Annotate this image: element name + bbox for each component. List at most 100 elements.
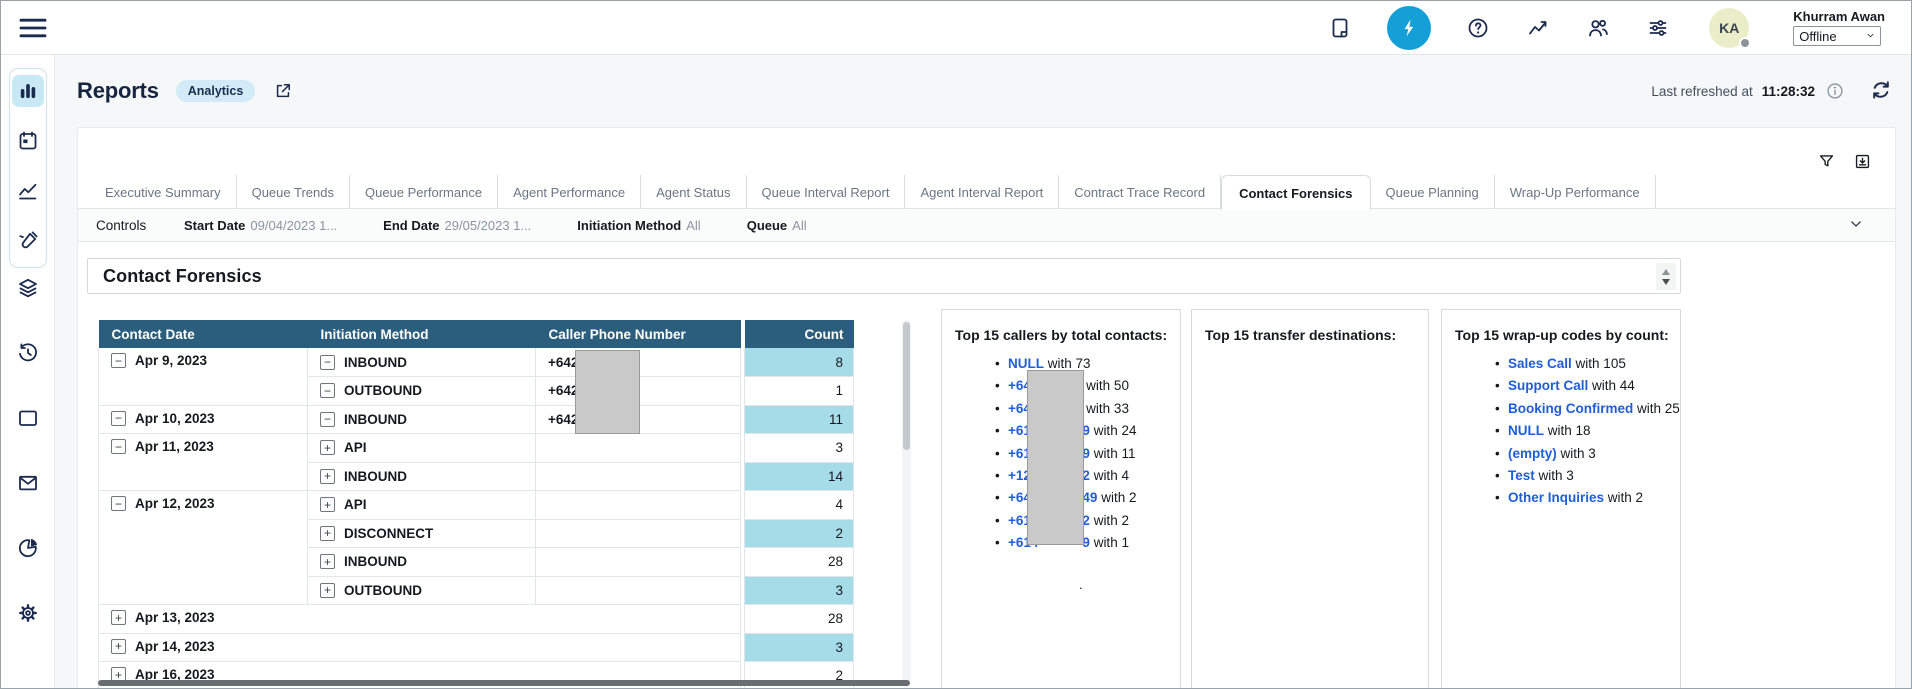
tab-queue-trends[interactable]: Queue Trends	[237, 175, 350, 209]
collapse-toggle-icon[interactable]: −	[111, 496, 126, 511]
sidebar-analytics-group	[9, 68, 47, 268]
expand-toggle-icon[interactable]: +	[111, 610, 126, 625]
expand-toggle-icon[interactable]: +	[111, 639, 126, 654]
last-refreshed-label: Last refreshed at	[1651, 84, 1752, 99]
collapse-toggle-icon[interactable]: −	[111, 411, 126, 426]
sidebar-item-history[interactable]	[12, 337, 44, 369]
sidebar	[1, 55, 55, 688]
sidebar-item-browser[interactable]	[12, 402, 44, 434]
tab-agent-interval-report[interactable]: Agent Interval Report	[905, 175, 1059, 209]
collapse-toggle-icon[interactable]: −	[320, 383, 335, 398]
expand-toggle-icon[interactable]: +	[320, 497, 335, 512]
item-link[interactable]: (empty)	[1508, 446, 1557, 461]
count-cell: 3	[745, 633, 854, 662]
expand-toggle-icon[interactable]: +	[320, 440, 335, 455]
status-dot	[1739, 37, 1751, 49]
line-chart-icon	[16, 179, 40, 203]
tab-agent-status[interactable]: Agent Status	[641, 175, 746, 209]
lightning-icon[interactable]	[1387, 6, 1431, 50]
tab-queue-planning[interactable]: Queue Planning	[1371, 175, 1495, 209]
item-link[interactable]: Other Inquiries	[1508, 490, 1604, 505]
collapse-toggle-icon[interactable]: −	[320, 355, 335, 370]
sidebar-item-mail[interactable]	[12, 467, 44, 499]
sidebar-item-layers[interactable]	[12, 272, 44, 304]
mail-icon	[16, 471, 40, 495]
sliders-icon[interactable]	[1645, 15, 1671, 41]
refresh-icon[interactable]	[1869, 78, 1895, 104]
controls-bar: Controls Start Date09/04/2023 1...End Da…	[78, 208, 1895, 242]
filter-icon[interactable]	[1815, 150, 1837, 172]
sidebar-item-gear[interactable]	[12, 597, 44, 629]
collapse-toggle-icon[interactable]: −	[320, 412, 335, 427]
download-icon[interactable]	[1851, 150, 1873, 172]
control-initiation-method[interactable]: Initiation MethodAll	[577, 218, 700, 233]
item-link[interactable]: Booking Confirmed	[1508, 401, 1633, 416]
item-count-text: with 18	[1544, 423, 1591, 438]
method-label: INBOUND	[344, 412, 407, 427]
top-wrapup-panel: Top 15 wrap-up codes by count: Sales Cal…	[1441, 309, 1681, 688]
help-icon[interactable]	[1465, 15, 1491, 41]
status-select[interactable]: Offline	[1793, 26, 1881, 46]
top-callers-title: Top 15 callers by total contacts:	[955, 327, 1170, 343]
control-end-date[interactable]: End Date29/05/2023 1...	[383, 218, 531, 233]
expand-toggle-icon[interactable]: +	[320, 526, 335, 541]
info-icon[interactable]	[1824, 80, 1846, 102]
expand-toggle-icon[interactable]: +	[320, 583, 335, 598]
date-label: Apr 12, 2023	[135, 496, 215, 511]
note-icon[interactable]	[1327, 15, 1353, 41]
control-queue[interactable]: QueueAll	[747, 218, 807, 233]
method-cell: −INBOUND	[308, 405, 536, 434]
collapse-toggle-icon[interactable]: −	[111, 353, 126, 368]
section-title: Contact Forensics	[103, 259, 1680, 293]
count-cell: 2	[745, 519, 854, 548]
table-row: +Apr 13, 202328	[99, 605, 854, 634]
collapse-toggle-icon[interactable]: −	[111, 439, 126, 454]
tab-queue-interval-report[interactable]: Queue Interval Report	[747, 175, 906, 209]
metrics-icon[interactable]	[1525, 15, 1551, 41]
sidebar-item-line-chart[interactable]	[12, 175, 44, 207]
sidebar-item-bar-chart[interactable]	[12, 75, 44, 107]
tab-executive-summary[interactable]: Executive Summary	[90, 175, 237, 209]
item-link[interactable]: Sales Call	[1508, 356, 1572, 371]
horizontal-scrollbar[interactable]	[98, 680, 910, 686]
expand-toggle-icon[interactable]: +	[320, 469, 335, 484]
top-transfers-panel: Top 15 transfer destinations:	[1191, 309, 1429, 688]
tab-contact-forensics[interactable]: Contact Forensics	[1221, 175, 1370, 210]
external-link-icon[interactable]	[272, 80, 294, 102]
sidebar-item-pie-chart[interactable]	[12, 532, 44, 564]
sidebar-item-brush[interactable]	[12, 225, 44, 257]
count-cell: 28	[745, 605, 854, 634]
sidebar-item-calendar[interactable]	[12, 125, 44, 157]
menu-icon[interactable]	[16, 11, 50, 45]
phone-cell	[536, 519, 741, 548]
item-link-suffix[interactable]: 49	[1082, 490, 1097, 505]
method-label: API	[344, 440, 367, 455]
controls-collapse-icon[interactable]	[1847, 215, 1867, 235]
date-label: Apr 10, 2023	[135, 411, 215, 426]
app-window: KA Khurram Awan Offline Reports Analytic…	[0, 0, 1912, 689]
analytics-badge: Analytics	[176, 80, 256, 102]
top-wrapup-list: Sales Call with 105Support Call with 44B…	[1442, 356, 1680, 513]
tab-queue-performance[interactable]: Queue Performance	[350, 175, 498, 209]
vertical-scrollbar[interactable]	[902, 320, 911, 682]
avatar[interactable]: KA	[1709, 8, 1749, 48]
method-cell: + API	[308, 434, 536, 463]
item-count-text: with 24	[1090, 423, 1137, 438]
report-tabs: Executive SummaryQueue TrendsQueue Perfo…	[90, 175, 1849, 209]
scroll-up-icon[interactable]	[1662, 269, 1670, 275]
tab-agent-performance[interactable]: Agent Performance	[498, 175, 641, 209]
users-icon[interactable]	[1585, 15, 1611, 41]
callers-redaction-overlay	[1027, 370, 1084, 545]
item-link[interactable]: Support Call	[1508, 378, 1588, 393]
tab-contract-trace-record[interactable]: Contract Trace Record	[1059, 175, 1221, 209]
item-link[interactable]: NULL	[1008, 356, 1044, 371]
expand-toggle-icon[interactable]: +	[320, 554, 335, 569]
scroll-down-icon[interactable]	[1662, 279, 1670, 285]
table-row: −Apr 12, 2023+API4	[99, 491, 854, 520]
item-link[interactable]: Test	[1508, 468, 1535, 483]
control-start-date[interactable]: Start Date09/04/2023 1...	[184, 218, 337, 233]
item-link[interactable]: NULL	[1508, 423, 1544, 438]
vertical-scrollbar-thumb[interactable]	[903, 322, 910, 450]
date-label: Apr 9, 2023	[135, 353, 207, 368]
tab-wrap-up-performance[interactable]: Wrap-Up Performance	[1495, 175, 1656, 209]
